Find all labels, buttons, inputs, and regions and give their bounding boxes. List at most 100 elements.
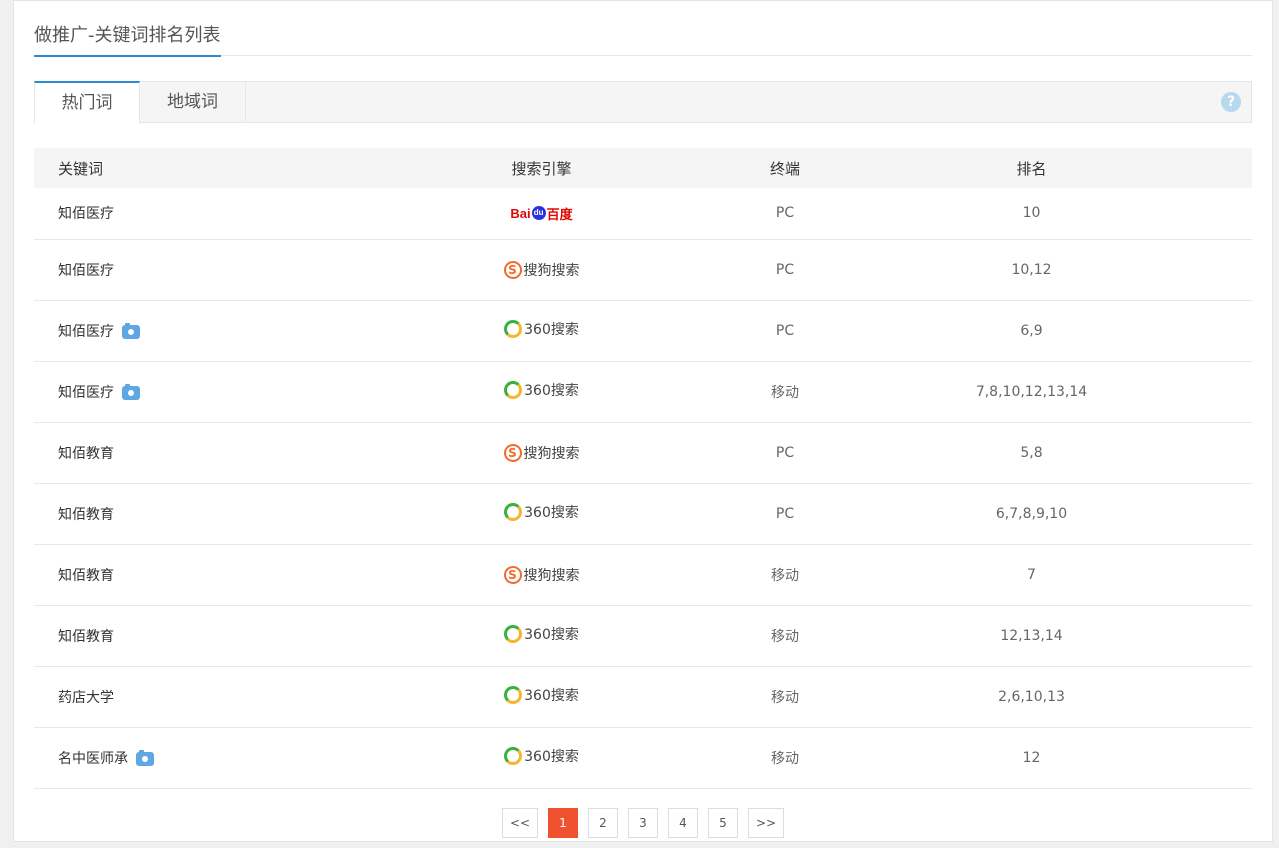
camera-icon[interactable] <box>122 322 140 339</box>
rank-cell: 7,8,10,12,13,14 <box>811 361 1252 423</box>
terminal-cell: PC <box>759 188 811 240</box>
so360-ring-icon <box>504 320 523 338</box>
so360-logo: 360搜索 <box>504 685 579 705</box>
engine-cell: 360搜索 <box>324 483 759 545</box>
table-row: 名中医师承 360搜索 移动 12 <box>34 727 1252 789</box>
engine-cell: S 搜狗搜索 <box>324 544 759 606</box>
table-row: 知佰教育 360搜索 移动 12,13,14 <box>34 605 1252 667</box>
engine-cell: 360搜索 <box>324 666 759 728</box>
so360-logo: 360搜索 <box>504 502 579 522</box>
keyword-cell: 知佰教育 <box>34 605 324 667</box>
terminal-cell: PC <box>759 422 811 484</box>
so360-text: 360搜索 <box>524 749 579 765</box>
engine-cell: 360搜索 <box>324 727 759 789</box>
keyword-text: 知佰医疗 <box>58 323 114 340</box>
baidu-text-b: 百度 <box>546 206 573 222</box>
tab-hot-words[interactable]: 热门词 <box>34 81 140 124</box>
table-row: 知佰医疗 S 搜狗搜索 PC 10,12 <box>34 239 1252 301</box>
so360-ring-icon <box>504 381 523 399</box>
engine-cell: S 搜狗搜索 <box>324 239 759 301</box>
terminal-cell: PC <box>759 300 811 362</box>
keyword-text: 药店大学 <box>58 689 114 706</box>
terminal-cell: 移动 <box>759 544 811 606</box>
engine-cell: 360搜索 <box>324 300 759 362</box>
so360-text: 360搜索 <box>524 383 579 399</box>
so360-ring-icon <box>504 625 523 643</box>
keyword-cell: 药店大学 <box>34 666 324 728</box>
table-row: 知佰教育 S 搜狗搜索 移动 7 <box>34 544 1252 606</box>
sogou-icon: S <box>503 565 522 584</box>
table-row: 知佰医疗 360搜索 移动 7,8,10,12,13,14 <box>34 361 1252 423</box>
rank-cell: 5,8 <box>811 422 1252 484</box>
camera-icon[interactable] <box>136 749 154 766</box>
sogou-icon: S <box>503 260 522 279</box>
page-button-4[interactable]: 4 <box>668 808 698 838</box>
keyword-cell: 知佰医疗 <box>34 300 324 362</box>
terminal-cell: 移动 <box>759 605 811 667</box>
so360-logo: 360搜索 <box>504 624 579 644</box>
so360-text: 360搜索 <box>524 505 579 521</box>
sogou-icon: S <box>503 443 522 462</box>
keyword-text: 知佰教育 <box>58 506 114 523</box>
rank-cell: 12 <box>811 727 1252 789</box>
page-button-2[interactable]: 2 <box>588 808 618 838</box>
table-row: 知佰医疗 360搜索 PC 6,9 <box>34 300 1252 362</box>
page-button-5[interactable]: 5 <box>708 808 738 838</box>
engine-cell: 360搜索 <box>324 361 759 423</box>
prev-page-button[interactable]: << <box>502 808 538 838</box>
rank-cell: 10 <box>811 188 1252 240</box>
rank-cell: 6,7,8,9,10 <box>811 483 1252 545</box>
header-keyword: 关键词 <box>58 159 104 178</box>
so360-text: 360搜索 <box>524 688 579 704</box>
header-terminal: 终端 <box>769 159 800 178</box>
engine-cell: S 搜狗搜索 <box>324 422 759 484</box>
content-panel: 做推广-关键词排名列表 热门词 地域词 ? 关键词 搜索引擎 终端 排名 知佰医… <box>13 0 1273 842</box>
tab-bar: 热门词 地域词 ? <box>34 81 1252 124</box>
so360-logo: 360搜索 <box>504 380 579 400</box>
keyword-text: 知佰教育 <box>58 628 114 645</box>
baidu-logo: Bai du 百度 <box>510 204 572 223</box>
terminal-cell: 移动 <box>759 361 811 423</box>
so360-text: 360搜索 <box>524 627 579 643</box>
camera-icon[interactable] <box>122 383 140 400</box>
keyword-text: 名中医师承 <box>58 750 128 767</box>
terminal-cell: PC <box>759 239 811 301</box>
engine-cell: 360搜索 <box>324 605 759 667</box>
rank-cell: 12,13,14 <box>811 605 1252 667</box>
help-icon[interactable]: ? <box>1221 92 1241 112</box>
ranking-table: 关键词 搜索引擎 终端 排名 知佰医疗 Bai du 百度 PC 10 知佰医疗 S 搜狗搜索 P… <box>34 148 1252 789</box>
so360-text: 360搜索 <box>524 322 579 338</box>
keyword-text: 知佰教育 <box>58 567 114 584</box>
baidu-paw-icon: du <box>531 206 546 221</box>
table-row: 知佰医疗 Bai du 百度 PC 10 <box>34 188 1252 240</box>
table-row: 药店大学 360搜索 移动 2,6,10,13 <box>34 666 1252 728</box>
engine-cell: Bai du 百度 <box>324 188 759 240</box>
sogou-text: 搜狗搜索 <box>523 445 580 462</box>
page-button-3[interactable]: 3 <box>628 808 658 838</box>
keyword-cell: 知佰教育 <box>34 422 324 484</box>
rank-cell: 10,12 <box>811 239 1252 301</box>
page-header: 做推广-关键词排名列表 <box>34 1 1252 57</box>
so360-logo: 360搜索 <box>504 319 579 339</box>
table-header-row: 关键词 搜索引擎 终端 排名 <box>34 148 1252 188</box>
tab-region-words[interactable]: 地域词 <box>140 81 246 123</box>
rank-cell: 7 <box>811 544 1252 606</box>
keyword-text: 知佰医疗 <box>58 206 114 223</box>
sogou-logo: S 搜狗搜索 <box>503 443 580 463</box>
next-page-button[interactable]: >> <box>748 808 784 838</box>
sogou-text: 搜狗搜索 <box>523 262 580 279</box>
rank-cell: 2,6,10,13 <box>811 666 1252 728</box>
so360-ring-icon <box>504 686 523 704</box>
page-button-1[interactable]: 1 <box>548 808 578 838</box>
so360-ring-icon <box>504 503 523 521</box>
keyword-text: 知佰医疗 <box>58 262 114 279</box>
sogou-text: 搜狗搜索 <box>523 567 580 584</box>
header-rank: 排名 <box>1016 159 1047 178</box>
keyword-cell: 知佰教育 <box>34 483 324 545</box>
keyword-cell: 知佰医疗 <box>34 239 324 301</box>
keyword-cell: 名中医师承 <box>34 727 324 789</box>
header-engine: 搜索引擎 <box>511 159 572 178</box>
keyword-cell: 知佰医疗 <box>34 361 324 423</box>
rank-cell: 6,9 <box>811 300 1252 362</box>
baidu-text-a: Bai <box>510 205 531 221</box>
